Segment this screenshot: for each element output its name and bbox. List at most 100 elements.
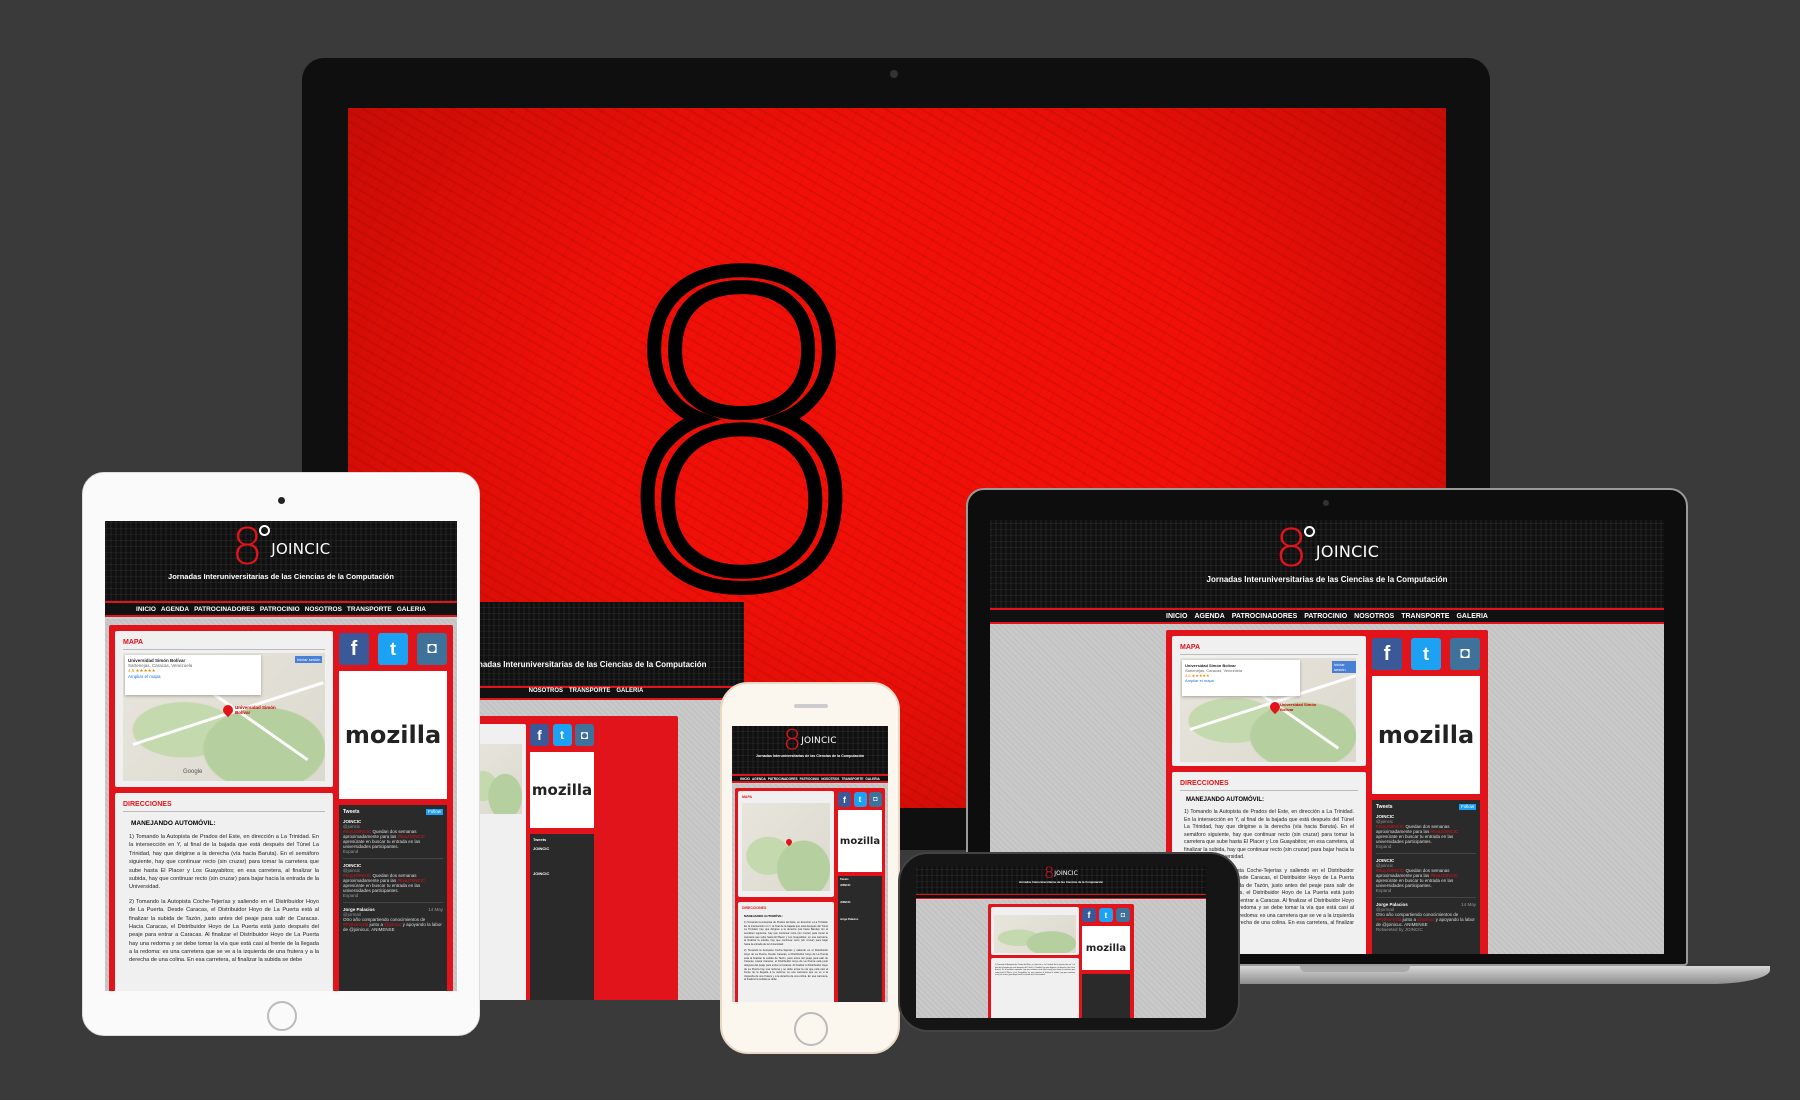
nav-nosotros[interactable]: NOSOTROS [529, 688, 563, 698]
nav-patrocinadores[interactable]: PATROCINADORES [768, 777, 798, 781]
instagram-icon[interactable]: ◘ [1450, 638, 1480, 670]
tweet-author[interactable]: JOINCIC [533, 846, 591, 851]
twitter-icon[interactable]: t [1099, 908, 1113, 922]
map-title: MAPA [1180, 644, 1201, 651]
map-signin-button[interactable]: Iniciar sesión [295, 656, 323, 663]
twitter-icon[interactable]: t [552, 724, 572, 746]
facebook-icon[interactable]: f [838, 792, 851, 807]
facebook-icon[interactable]: f [530, 724, 549, 746]
map-panel [991, 907, 1079, 955]
nav-transporte[interactable]: TRANSPORTE [1401, 613, 1449, 620]
nav-nosotros[interactable]: NOSOTROS [1354, 613, 1394, 620]
nav-nosotros[interactable]: NOSOTROS [821, 777, 839, 781]
nav-galeria[interactable]: GALERIA [1456, 613, 1488, 620]
nav-agenda[interactable]: AGENDA [752, 777, 766, 781]
twitter-icon[interactable]: t [1411, 638, 1441, 670]
nav-agenda[interactable]: AGENDA [161, 606, 189, 613]
content-area: MAPA Universidad Simón Bolívar Universid… [105, 619, 457, 991]
nav-inicio[interactable]: INICIO [136, 606, 156, 613]
social-icons: f t ◘ [838, 792, 882, 807]
tweet-item: Jorge Palacios 14 May @jormail Otro año c… [1376, 898, 1476, 936]
nav-galeria[interactable]: GALERIA [616, 688, 643, 698]
tweet-author[interactable]: JOINCIC [840, 901, 880, 904]
nav-transporte[interactable]: TRANSPORTE [347, 606, 392, 613]
map-embed[interactable]: Universidad Simón Bolívar Universidad Si… [123, 653, 325, 781]
site-header: 8 JOINCIC Jornadas Interuniversitarias d… [990, 520, 1664, 608]
tweet-author[interactable]: Jorge Palacios [840, 918, 880, 921]
site-header: 8 JOINCIC Jornadas Interuniversitarias d… [916, 866, 1206, 894]
tweet-expand[interactable]: Expand [1376, 888, 1476, 893]
tweets-widget: Tweets JOINCIC JOINCIC Jorge Palacios [838, 876, 882, 1002]
tweet-text: apresúrate en buscar tu entrada en las u… [343, 839, 421, 849]
main-nav: INICIO AGENDA PATROCINADORES PATROCINIO … [990, 608, 1664, 624]
content-column: MAPA DIRECCIONES MANEJANDO AUTOMÓVIL: 1)… [735, 788, 885, 1002]
nav-patrocinio[interactable]: PATROCINIO [260, 606, 300, 613]
content-area: MAPA DIRECCIONES MANEJANDO AUTOMÓVIL: 1)… [732, 784, 888, 1002]
main-nav [916, 894, 1206, 899]
tablet-device: 8 JOINCIC Jornadas Interuniversitarias d… [82, 472, 480, 1036]
nav-transporte[interactable]: TRANSPORTE [569, 688, 610, 698]
twitter-icon[interactable]: t [378, 633, 408, 665]
nav-patrocinadores[interactable]: PATROCINADORES [1232, 613, 1297, 620]
twitter-icon[interactable]: t [853, 792, 867, 807]
tweet-expand[interactable]: Expand [343, 849, 443, 854]
home-button[interactable] [794, 1012, 828, 1046]
instagram-icon[interactable]: ◘ [575, 724, 594, 746]
tweet-item: JOINCIC @joincic #SuyJOINCIC Quedan dos … [1376, 854, 1476, 898]
directions-paragraph-1: 1) Tomando la Autopista de Prados del Es… [744, 921, 828, 946]
map-panel: MAPA Universidad Simón Bolívar Universid… [1172, 636, 1366, 766]
main-nav: INICIO AGENDA PATROCINADORES PATROCINIO … [732, 774, 888, 783]
site-subtitle: Jornadas Interuniversitarias de las Cien… [168, 572, 394, 581]
facebook-icon[interactable]: f [1372, 638, 1402, 670]
sponsor-mozilla[interactable]: mozilla [530, 752, 594, 828]
nav-galeria[interactable]: GALERIA [397, 606, 426, 613]
sponsor-mozilla[interactable]: mozilla [339, 671, 447, 799]
nav-transporte[interactable]: TRANSPORTE [841, 777, 863, 781]
instagram-icon[interactable]: ◘ [869, 792, 882, 807]
tweet-expand[interactable]: Expand [1376, 844, 1476, 849]
map-enlarge-link[interactable]: Ampliar el mapa [128, 674, 258, 679]
nav-patrocinio[interactable]: PATROCINIO [800, 777, 820, 781]
tweet-author[interactable]: JOINCIC [533, 871, 591, 876]
map-info-card: Universidad Simón Bolívar Sartenejas, Ca… [1182, 660, 1300, 696]
social-icons: f t ◘ [530, 724, 594, 746]
sponsor-mozilla[interactable]: mozilla [1372, 676, 1480, 794]
map-embed[interactable] [994, 915, 1076, 953]
facebook-icon[interactable]: f [1082, 908, 1096, 922]
map-embed[interactable] [742, 803, 830, 891]
nav-patrocinadores[interactable]: PATROCINADORES [194, 606, 255, 613]
tweet-date: 14 May [1461, 902, 1476, 907]
nav-inicio[interactable]: INICIO [740, 777, 750, 781]
nav-galeria[interactable]: GALERIA [865, 777, 879, 781]
nav-agenda[interactable]: AGENDA [1194, 613, 1224, 620]
tweet-author[interactable]: JOINCIC [840, 884, 880, 887]
tablet-camera [278, 497, 285, 504]
follow-button[interactable]: Follow [1458, 804, 1476, 810]
site-logo: 8 JOINCIC [990, 520, 1664, 575]
home-button[interactable] [267, 1001, 297, 1031]
sponsor-mozilla[interactable]: mozilla [838, 810, 882, 872]
map-pin-icon[interactable] [784, 837, 794, 847]
tweet-text: apresúrate en buscar tu entrada en las u… [1376, 834, 1454, 844]
logo-eight: 8 [783, 726, 802, 756]
map-signin-button[interactable]: Iniciar sesión [1332, 661, 1356, 673]
map-embed[interactable]: Universidad Simón Bolívar Universidad Si… [1180, 658, 1356, 762]
tweet-expand[interactable]: Expand [343, 893, 443, 898]
nav-patrocinio[interactable]: PATROCINIO [1304, 613, 1347, 620]
tweet-text: apresúrate en buscar tu entrada en las u… [343, 883, 421, 893]
nav-nosotros[interactable]: NOSOTROS [305, 606, 342, 613]
instagram-icon[interactable]: ◘ [1116, 908, 1130, 922]
sponsor-mozilla[interactable]: mozilla [1082, 926, 1130, 970]
hero-eight: 8 [601, 193, 882, 682]
map-enlarge-link[interactable]: Ampliar el mapa [1185, 678, 1297, 683]
landscape-phone-screen: 8 JOINCIC Jornadas Interuniversitarias d… [916, 866, 1206, 1018]
nav-inicio[interactable]: INICIO [1166, 613, 1187, 620]
phone-speaker [794, 704, 828, 708]
facebook-icon[interactable]: f [339, 633, 369, 665]
tweet-item: JOINCIC @joincic #SuyJOINCIC Quedan dos … [1376, 810, 1476, 854]
directions-title: DIRECCIONES [1180, 780, 1229, 787]
power-icon [259, 525, 271, 536]
responsive-mockup: 8 s Jornadas Interuniversitarias de las … [0, 0, 1800, 1100]
instagram-icon[interactable]: ◘ [417, 633, 447, 665]
follow-button[interactable]: Follow [425, 809, 443, 815]
